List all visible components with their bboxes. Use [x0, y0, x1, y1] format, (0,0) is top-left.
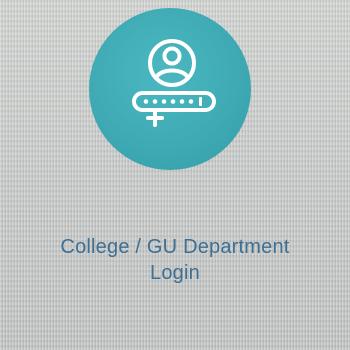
login-title-line-1: College / GU Department [60, 236, 290, 258]
college-gu-department-login-tile[interactable]: College / GU Department Login [0, 0, 350, 350]
login-title-line-2: Login [150, 262, 200, 284]
user-login-icon [132, 39, 216, 127]
